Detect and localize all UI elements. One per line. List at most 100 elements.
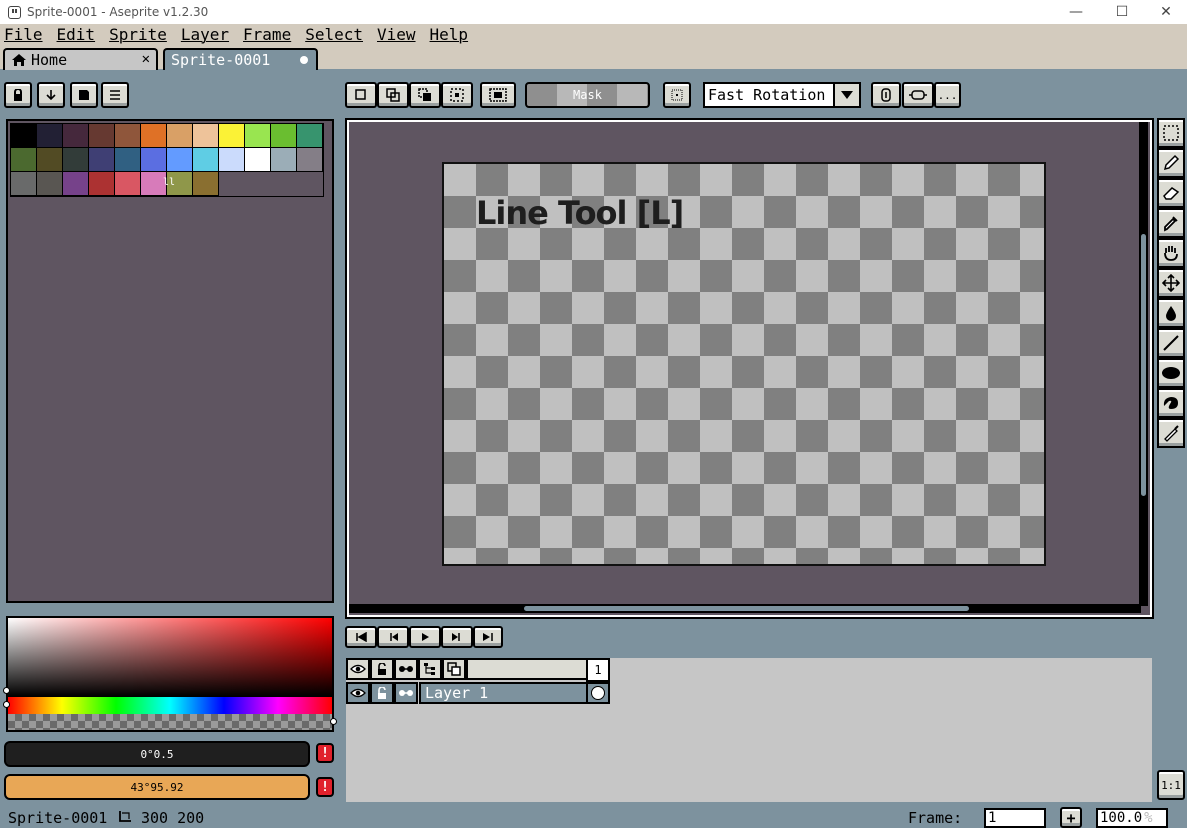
lock-palette-button[interactable] <box>4 82 32 108</box>
palette-swatch[interactable] <box>271 124 297 148</box>
sprite-canvas[interactable]: Line Tool [L] <box>442 162 1046 566</box>
layer-hierarchy-header[interactable] <box>418 658 442 680</box>
layer-lock-toggle[interactable] <box>370 682 394 704</box>
intersect-selection-button[interactable] <box>441 82 473 108</box>
pixel-perfect-button[interactable] <box>480 82 516 108</box>
mask-color-button[interactable]: Mask <box>525 82 650 108</box>
alpha-cursor[interactable] <box>330 718 337 725</box>
menu-frame[interactable]: Frame <box>243 26 291 44</box>
palette-swatch[interactable] <box>167 148 193 172</box>
sprite-editor[interactable]: Line Tool [L] <box>345 118 1154 619</box>
sv-cursor[interactable] <box>3 687 10 694</box>
palette-swatch[interactable] <box>245 148 271 172</box>
save-palette-button[interactable] <box>70 82 98 108</box>
menu-edit[interactable]: Edit <box>57 26 96 44</box>
blur-tool[interactable] <box>1157 418 1185 448</box>
menu-layer[interactable]: Layer <box>181 26 229 44</box>
more-options-button[interactable]: ... <box>934 82 961 108</box>
next-frame-button[interactable] <box>441 626 473 648</box>
palette-swatch[interactable] <box>37 148 63 172</box>
layer-row[interactable]: Layer 1 <box>419 682 588 704</box>
menu-file[interactable]: File <box>4 26 43 44</box>
vertical-scrollbar[interactable] <box>1139 122 1148 606</box>
saturation-value-picker[interactable] <box>3 616 334 698</box>
palette-swatch[interactable] <box>271 148 297 172</box>
rectangular-marquee-tool[interactable] <box>1157 118 1185 148</box>
horizontal-scrollbar[interactable] <box>349 604 1141 613</box>
vertical-scrollbar-thumb[interactable] <box>1141 234 1146 496</box>
palette-swatch[interactable] <box>37 172 63 196</box>
menu-select[interactable]: Select <box>305 26 363 44</box>
pencil-tool[interactable] <box>1157 148 1185 178</box>
palette-swatch[interactable] <box>89 148 115 172</box>
eraser-tool[interactable] <box>1157 178 1185 208</box>
palette-swatch[interactable] <box>193 148 219 172</box>
frame-header[interactable]: 1 <box>586 658 610 682</box>
contour-tool[interactable] <box>1157 388 1185 418</box>
play-button[interactable] <box>409 626 441 648</box>
palette-swatch[interactable] <box>11 148 37 172</box>
foreground-color-button[interactable]: 0°0.5 <box>4 741 310 767</box>
close-icon[interactable]: ✕ <box>142 51 150 67</box>
layer-visibility-toggle[interactable] <box>346 682 370 704</box>
background-color-button[interactable]: 43°95.92 <box>4 774 310 800</box>
move-tool[interactable] <box>1157 268 1185 298</box>
alpha-slider[interactable] <box>6 714 337 732</box>
minimize-button[interactable]: — <box>1053 0 1099 24</box>
frame-input[interactable]: 1 <box>984 808 1046 828</box>
drop-pixels-button[interactable] <box>871 82 901 108</box>
sort-palette-button[interactable] <box>37 82 65 108</box>
palette-swatch[interactable] <box>89 172 115 196</box>
palette-swatch[interactable] <box>37 124 63 148</box>
foreground-warning-icon[interactable]: ! <box>316 743 334 763</box>
first-frame-button[interactable] <box>345 626 377 648</box>
hand-tool[interactable] <box>1157 238 1185 268</box>
tab-sprite[interactable]: Sprite-0001 <box>163 48 318 70</box>
hue-cursor[interactable] <box>3 701 10 708</box>
previous-frame-button[interactable] <box>377 626 409 648</box>
palette-swatch[interactable] <box>297 148 323 172</box>
menu-sprite[interactable]: Sprite <box>109 26 167 44</box>
add-frame-button[interactable]: + <box>1060 807 1082 828</box>
close-window-button[interactable]: ✕ <box>1143 0 1187 24</box>
hue-slider[interactable] <box>3 697 334 715</box>
ellipse-tool[interactable] <box>1157 358 1185 388</box>
palette-swatch[interactable] <box>297 124 323 148</box>
zoom-input[interactable]: 100.0 % <box>1096 808 1168 828</box>
eyedropper-tool[interactable] <box>1157 208 1185 238</box>
zoom-one-to-one-button[interactable]: 1:1 <box>1157 770 1185 800</box>
cel[interactable] <box>586 682 610 704</box>
palette-swatch[interactable] <box>115 172 141 196</box>
tab-home[interactable]: Home ✕ <box>3 48 158 70</box>
maximize-button[interactable]: ☐ <box>1099 0 1145 24</box>
add-selection-button[interactable] <box>377 82 409 108</box>
palette-swatch[interactable] <box>11 172 37 196</box>
palette-swatch[interactable] <box>245 124 271 148</box>
palette-swatch[interactable] <box>63 124 89 148</box>
subtract-selection-button[interactable] <box>409 82 441 108</box>
rotation-algorithm-select[interactable]: Fast Rotation <box>703 82 861 108</box>
layer-continuous-toggle[interactable] <box>394 682 418 704</box>
menu-view[interactable]: View <box>377 26 416 44</box>
palette-swatch[interactable] <box>141 148 167 172</box>
palette-swatch[interactable] <box>115 124 141 148</box>
palette-swatch[interactable] <box>193 172 219 196</box>
transform-options-button[interactable] <box>902 82 934 108</box>
palette-swatch[interactable] <box>219 124 245 148</box>
last-frame-button[interactable] <box>473 626 503 648</box>
onion-skin-header[interactable] <box>442 658 466 680</box>
palette-swatch[interactable] <box>219 148 245 172</box>
paint-bucket-tool[interactable] <box>1157 298 1185 328</box>
palette-swatch[interactable] <box>193 124 219 148</box>
pivot-button[interactable] <box>663 82 691 108</box>
palette-swatch[interactable] <box>167 124 193 148</box>
replace-selection-button[interactable] <box>345 82 377 108</box>
dropdown-arrow[interactable] <box>833 84 859 106</box>
palette-swatch[interactable] <box>115 148 141 172</box>
visibility-header[interactable] <box>346 658 370 680</box>
palette-swatch[interactable] <box>11 124 37 148</box>
palette-swatch[interactable] <box>89 124 115 148</box>
lock-header[interactable] <box>370 658 394 680</box>
palette-swatch[interactable] <box>141 124 167 148</box>
palette-swatch[interactable] <box>63 172 89 196</box>
